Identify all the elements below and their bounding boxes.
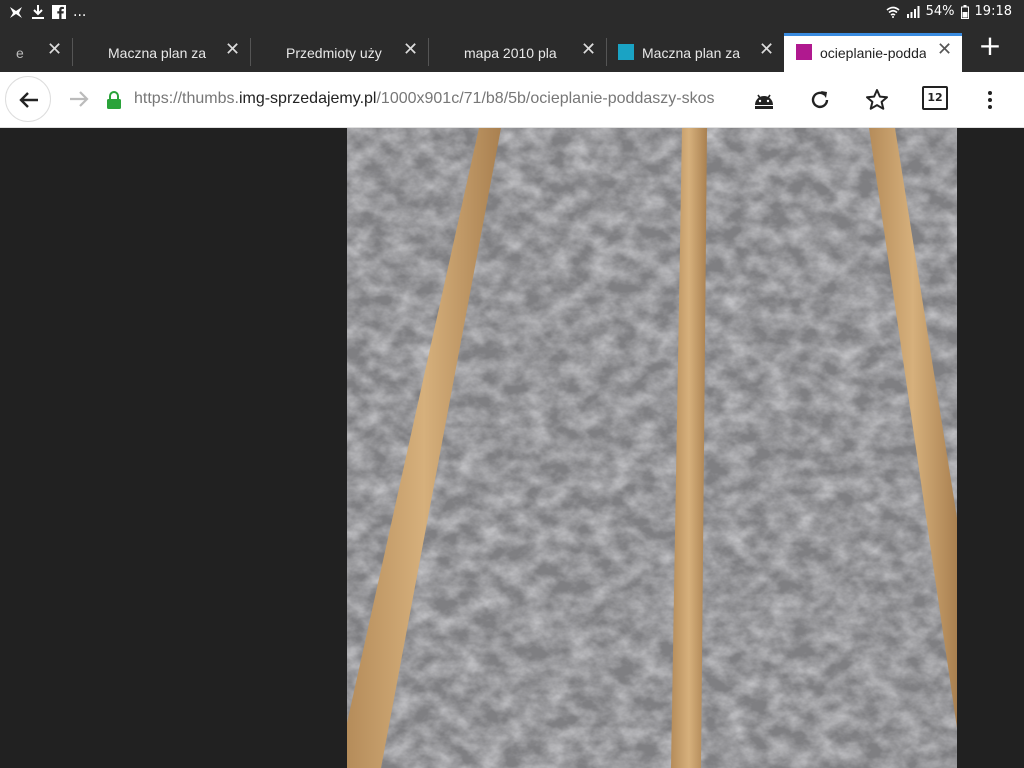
back-button[interactable]	[5, 76, 51, 122]
forward-button[interactable]	[56, 76, 102, 122]
tab[interactable]: mapa 2010 pla ✕	[428, 33, 607, 72]
tab[interactable]: Maczna plan za ✕	[606, 33, 784, 72]
tab-title: Maczna plan za	[108, 45, 207, 61]
page-content	[0, 128, 1024, 768]
battery-icon	[960, 4, 969, 19]
menu-icon[interactable]	[976, 86, 1004, 114]
url-path: /1000x901c/71/b8/5b/ocieplanie-poddaszy-…	[376, 90, 715, 107]
app-icon	[8, 4, 24, 20]
status-bar: ... 54% 19:18	[0, 0, 1024, 26]
close-icon[interactable]: ✕	[581, 40, 596, 58]
tab[interactable]: Maczna plan za ✕	[72, 33, 251, 72]
download-icon	[31, 4, 45, 20]
url-host: img-sprzedajemy.pl	[238, 90, 377, 107]
wifi-icon	[886, 6, 900, 18]
close-icon[interactable]: ✕	[225, 40, 240, 58]
tab-title: mapa 2010 pla	[464, 45, 557, 61]
tab-title: ocieplanie-podda	[820, 45, 926, 61]
tab[interactable]: e ✕	[0, 33, 73, 72]
close-icon[interactable]: ✕	[47, 40, 62, 58]
url-scheme: https://thumbs.	[134, 90, 239, 107]
more-notifications: ...	[73, 4, 87, 20]
clock: 19:18	[974, 4, 1012, 19]
arrow-right-icon	[70, 91, 89, 107]
site-favicon-icon	[796, 44, 812, 60]
status-right: 54% 19:18	[886, 4, 1012, 19]
browser-toolbar: https://thumbs.img-sprzedajemy.pl/1000x9…	[0, 72, 1024, 128]
android-icon[interactable]	[750, 86, 778, 114]
signal-icon	[906, 5, 920, 18]
status-left: ...	[8, 4, 86, 20]
battery-percent: 54%	[925, 4, 955, 19]
insulation-photo	[347, 128, 957, 768]
close-icon[interactable]: ✕	[759, 40, 774, 58]
arrow-left-icon	[19, 92, 38, 108]
tab[interactable]: Przedmioty uży ✕	[250, 33, 429, 72]
address-bar[interactable]: https://thumbs.img-sprzedajemy.pl/1000x9…	[134, 90, 736, 110]
tab-title: Przedmioty uży	[286, 45, 382, 61]
tab-switcher-button[interactable]: 12	[922, 86, 948, 110]
close-icon[interactable]: ✕	[403, 40, 418, 58]
close-icon[interactable]: ✕	[937, 40, 952, 58]
tab-title: e	[16, 45, 24, 61]
bookmark-star-icon[interactable]	[863, 86, 891, 114]
site-favicon-icon	[618, 44, 634, 60]
facebook-icon	[52, 5, 66, 19]
reload-icon[interactable]	[806, 86, 834, 114]
new-tab-button[interactable]: +	[977, 32, 1003, 60]
lock-icon	[106, 90, 122, 114]
tab-strip: e ✕ Maczna plan za ✕ Przedmioty uży ✕ ma…	[0, 26, 1024, 72]
tab-title: Maczna plan za	[642, 45, 741, 61]
tab-active[interactable]: ocieplanie-podda ✕	[784, 33, 962, 72]
